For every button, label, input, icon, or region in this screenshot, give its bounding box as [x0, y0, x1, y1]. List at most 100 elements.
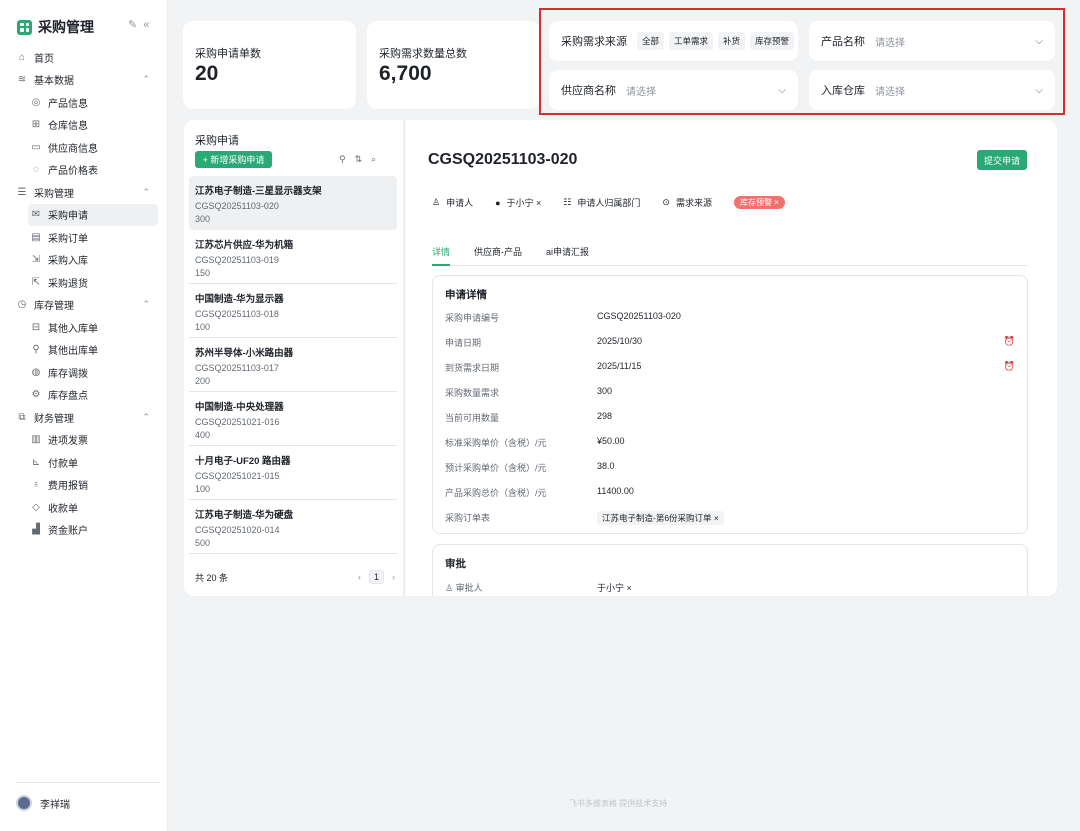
- edit-icon[interactable]: ✎: [128, 19, 143, 31]
- chip-stock-warning[interactable]: 库存预警: [750, 32, 795, 50]
- list-item-code: CGSQ20251103-020: [195, 201, 279, 211]
- field-label: 标准采购单价（含税）/元: [445, 438, 547, 448]
- source-label: 需求来源: [675, 198, 712, 208]
- filter-icon[interactable]: ⚲: [339, 154, 355, 164]
- chevron-up-icon[interactable]: ⌃: [142, 412, 150, 423]
- detail-field-row: 申请日期 2025/10/30 ⏰: [445, 336, 1015, 350]
- field-value[interactable]: 江苏电子制造-第6份采购订单 ×: [597, 511, 724, 525]
- field-value[interactable]: 2025/11/15: [597, 361, 641, 375]
- sidebar-item[interactable]: ⧉ 财务管理 ⌃: [16, 406, 160, 429]
- sort-icon[interactable]: ⇅: [355, 154, 372, 164]
- alarm-clock-icon[interactable]: ⏰: [1004, 336, 1015, 347]
- sidebar-item[interactable]: ◷ 库存管理 ⌃: [16, 294, 160, 317]
- home-icon: ⌂: [18, 51, 26, 63]
- sidebar-item[interactable]: ⊞ 仓库信息: [16, 114, 160, 137]
- submit-button[interactable]: 提交申请: [977, 150, 1027, 170]
- sidebar-tools: ✎«: [128, 18, 155, 31]
- sidebar-item[interactable]: ◌ 产品价格表: [16, 159, 160, 182]
- field-value: ¥50.00: [597, 436, 625, 446]
- next-page-icon[interactable]: ›: [392, 572, 395, 582]
- sidebar-item[interactable]: ▟ 资金账户: [16, 519, 160, 542]
- new-request-button[interactable]: + 新增采购申请: [195, 151, 272, 168]
- warehouse-icon: ⊞: [31, 119, 41, 131]
- sidebar-item[interactable]: ✉ 采购申请: [28, 203, 158, 226]
- chevron-up-icon[interactable]: ⌃: [142, 187, 150, 198]
- list-item[interactable]: 江苏芯片供应-华为机箱 CGSQ20251103-019 150: [189, 230, 397, 284]
- request-detail: CGSQ20251103-020 提交申请 ♙ 申请人 ● 于小宁 × ☷ 申请…: [404, 120, 1057, 596]
- sidebar-item[interactable]: ⚙ 库存盘点: [16, 384, 160, 407]
- user-profile[interactable]: 李祥瑞: [16, 782, 160, 811]
- sidebar-item[interactable]: ⚲ 其他出库单: [16, 339, 160, 362]
- list-item-qty: 100: [195, 484, 211, 494]
- sidebar-item[interactable]: ⇱ 采购退货: [16, 271, 160, 294]
- sidebar-item[interactable]: ◍ 库存调拨: [16, 361, 160, 384]
- tab[interactable]: 详情: [432, 244, 451, 266]
- filter-warehouse-label: 入库仓库: [821, 85, 865, 97]
- detail-field-row: 采购申请编号 CGSQ20251103-020: [445, 311, 1015, 325]
- list-item[interactable]: 中国制造-华为显示器 CGSQ20251103-018 100: [189, 284, 397, 338]
- list-item-title: 苏州半导体-小米路由器: [195, 348, 294, 359]
- list-icon: ☰: [17, 186, 27, 198]
- list-item-qty: 200: [195, 376, 211, 386]
- detail-section: 申请详情 采购申请编号 CGSQ20251103-020 申请日期 2025/10/3…: [432, 275, 1028, 534]
- sidebar-item[interactable]: ♁ 费用报销: [16, 474, 160, 497]
- filter-product-select[interactable]: 产品名称 请选择 ⌵: [809, 21, 1055, 61]
- list-item[interactable]: 十月电子-UF20 路由器 CGSQ20251021-015 100: [189, 446, 397, 500]
- tab[interactable]: 供应商-产品: [474, 244, 522, 266]
- filter-supplier-select[interactable]: 供应商名称 请选择 ⌵: [549, 70, 798, 110]
- sidebar-item[interactable]: ☰ 采购管理 ⌃: [16, 181, 160, 204]
- list-item-qty: 300: [195, 214, 211, 224]
- request-list-panel: 采购申请 + 新增采购申请 ⚲⇅⌕ 江苏电子制造-三星显示器支架 CGSQ2025…: [184, 120, 403, 596]
- approver-label: ♙ 审批人: [445, 583, 483, 593]
- field-value[interactable]: 2025/10/30: [597, 336, 642, 350]
- sidebar-item[interactable]: ⇲ 采购入库: [16, 249, 160, 272]
- prev-page-icon[interactable]: ‹: [358, 572, 361, 582]
- list-item[interactable]: 江苏电子制造-三星显示器支架 CGSQ20251103-020 300: [189, 176, 397, 230]
- sidebar-item-label: 财务管理: [34, 413, 74, 425]
- applicant-value[interactable]: 于小宁 ×: [507, 196, 542, 209]
- list-item-qty: 100: [195, 322, 211, 332]
- page-number[interactable]: 1: [368, 570, 384, 584]
- sidebar-item[interactable]: ◎ 产品信息: [16, 91, 160, 114]
- sidebar-item[interactable]: ≋ 基本数据 ⌃: [16, 69, 160, 92]
- chevron-up-icon[interactable]: ⌃: [142, 74, 150, 85]
- sidebar-item[interactable]: ▭ 供应商信息: [16, 136, 160, 159]
- chip-replenish[interactable]: 补货: [718, 32, 746, 50]
- chip-work-order[interactable]: 工单需求: [669, 32, 714, 50]
- chevron-down-icon: ⌵: [778, 84, 786, 96]
- list-item-code: CGSQ20251103-017: [195, 363, 279, 373]
- department-icon: ☷: [563, 197, 572, 207]
- collapse-icon[interactable]: «: [143, 19, 155, 31]
- user-name: 李祥瑞: [40, 799, 70, 811]
- approver-value[interactable]: 于小宁 ×: [597, 581, 632, 595]
- filter-source: 采购需求来源 全部 工单需求 补货 库存预警: [549, 21, 798, 61]
- tab[interactable]: ai申请汇报: [546, 244, 589, 266]
- filter-warehouse-select[interactable]: 入库仓库 请选择 ⌵: [809, 70, 1055, 110]
- list-item[interactable]: 苏州半导体-小米路由器 CGSQ20251103-017 200: [189, 338, 397, 392]
- sidebar-item-label: 付款单: [48, 458, 78, 470]
- list-item-title: 江苏电子制造-三星显示器支架: [195, 186, 322, 197]
- list-item[interactable]: 江苏电子制造-华为硬盘 CGSQ20251020-014 500: [189, 500, 397, 554]
- sidebar-nav: ⌂ 首页 ≋ 基本数据 ⌃ ◎ 产品信息 ⊞ 仓库信息 ▭ 供应商信息 ◌ 产品价格表 ☰ 采购管理 ⌃ ✉ 采购…: [16, 46, 160, 541]
- sidebar-item[interactable]: ⌂ 首页: [16, 46, 160, 69]
- sidebar-item[interactable]: ◇ 收款单: [16, 496, 160, 519]
- sidebar-item-label: 产品信息: [48, 98, 88, 110]
- field-value: 300: [597, 386, 613, 396]
- source-tag[interactable]: 库存预警 ×: [733, 196, 785, 209]
- list-item[interactable]: 中国制造-中央处理器 CGSQ20251021-016 400: [189, 392, 397, 446]
- dept-label[interactable]: 申请人归属部门: [577, 196, 640, 209]
- alarm-clock-icon[interactable]: ⏰: [1004, 361, 1015, 372]
- sidebar-item[interactable]: ⊾ 付款单: [16, 451, 160, 474]
- sidebar-item[interactable]: ▥ 进项发票: [16, 429, 160, 452]
- search-icon[interactable]: ⌕: [371, 154, 385, 164]
- source-icon: ⊙: [662, 197, 670, 207]
- list-item-qty: 150: [195, 268, 211, 278]
- sidebar-item[interactable]: ▤ 采购订单: [16, 226, 160, 249]
- chip-all[interactable]: 全部: [637, 32, 665, 50]
- chevron-up-icon[interactable]: ⌃: [142, 299, 150, 310]
- sidebar-item[interactable]: ⊟ 其他入库单: [16, 316, 160, 339]
- brand: 采购管理: [17, 17, 94, 37]
- sidebar-item-label: 进项发票: [48, 436, 88, 448]
- filter-source-label: 采购需求来源: [561, 36, 627, 48]
- field-value: CGSQ20251103-020: [597, 311, 681, 321]
